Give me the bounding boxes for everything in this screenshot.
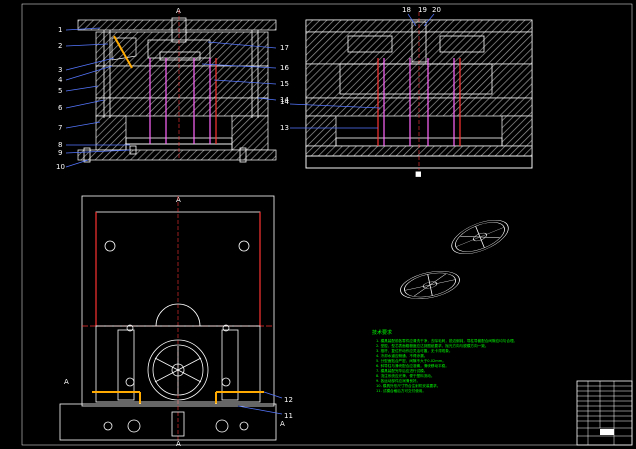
part-label: 17	[280, 44, 289, 52]
side-section-view: ■ 18 19 20 14 13	[280, 6, 533, 178]
plan-view: A A 12 11	[59, 195, 293, 448]
edge-mark: A	[64, 378, 69, 386]
part-label: 14	[280, 98, 289, 106]
note-line: 3. 推杆、复位杆动作应灵活可靠，无卡滞现象。	[376, 348, 452, 353]
note-line: 11. 试模合格后方可交付使用。	[376, 388, 426, 393]
part-label: 6	[58, 104, 63, 112]
edge-mark: A	[280, 420, 285, 428]
part-label: 4	[58, 76, 63, 84]
part-label: 8	[58, 141, 62, 149]
part-label: 13	[280, 124, 289, 132]
part-label: 20	[432, 6, 441, 14]
part-iso-lower	[400, 271, 460, 299]
part-label: 3	[58, 66, 62, 74]
support-plate	[95, 97, 269, 117]
title-block-frame	[576, 380, 633, 446]
part-label: 19	[418, 6, 427, 14]
note-line: 6. 斜导柱与滑块配合应准确，滑块移动平稳。	[376, 363, 449, 368]
slider-left	[111, 37, 137, 61]
note-line: 4. 冷却水道应畅通，不得渗漏。	[376, 353, 427, 358]
wheel-spokes	[154, 346, 202, 394]
part-label: 9	[58, 149, 62, 157]
slider-guide-left	[117, 329, 135, 401]
view-mark-side: ■	[415, 170, 422, 178]
part-label: 18	[402, 6, 411, 14]
part-label: 5	[58, 87, 62, 95]
guide-hole	[104, 240, 116, 252]
top-clamp-plate	[77, 19, 277, 31]
part-label: 7	[58, 124, 62, 132]
note-line: 10. 模具外形尺寸符合注射机安装要求。	[376, 383, 440, 388]
section-mark-top: A	[176, 196, 181, 204]
note-line: 2. 型腔、型芯表面粗糙度应达到图纸要求，抛光方向与脱模方向一致。	[376, 343, 488, 348]
spacer-block-right	[231, 115, 269, 151]
note-line: 1. 模具装配前各零件应清洗干净，去除毛刺，锐边倒钝，导柱导套配合间隙应均匀合理…	[376, 338, 517, 343]
title-block	[576, 380, 633, 446]
note-line: 8. 浇注系统应光滑，便于塑料流动。	[376, 373, 434, 378]
part-label: 15	[280, 80, 289, 88]
front-section-view: A 1 2 3 4 5 6 7 8 9 10 17 16 15 14	[56, 7, 289, 171]
cad-drawing: A 1 2 3 4 5 6 7 8 9 10 17 16 15 14 ■ 18 …	[21, 3, 633, 448]
guide-hole	[238, 240, 250, 252]
slider-guide-right	[221, 329, 239, 401]
part-label: 12	[284, 396, 293, 404]
title-block-logo	[600, 429, 614, 435]
part-label: 11	[284, 412, 293, 420]
isometric-part-views	[400, 219, 509, 299]
part-label: 10	[56, 163, 65, 171]
section-mark-bottom: A	[176, 440, 181, 448]
note-line: 9. 各运动部件应润滑良好。	[376, 378, 420, 383]
technical-notes: 技术要求 1. 模具装配前各零件应清洗干净，去除毛刺，锐边倒钝，导柱导套配合间隙…	[372, 329, 517, 393]
part-label: 1	[58, 26, 62, 34]
part-label: 16	[280, 64, 289, 72]
part-label: 2	[58, 42, 62, 50]
note-line: 7. 模具装配完毕后应进行试模。	[376, 368, 427, 373]
part-iso-upper	[451, 219, 509, 255]
view-mark-front: A	[176, 7, 181, 15]
notes-title: 技术要求	[372, 329, 392, 336]
note-line: 5. 分型面贴合严密，间隙不大于0.02mm。	[376, 358, 446, 363]
